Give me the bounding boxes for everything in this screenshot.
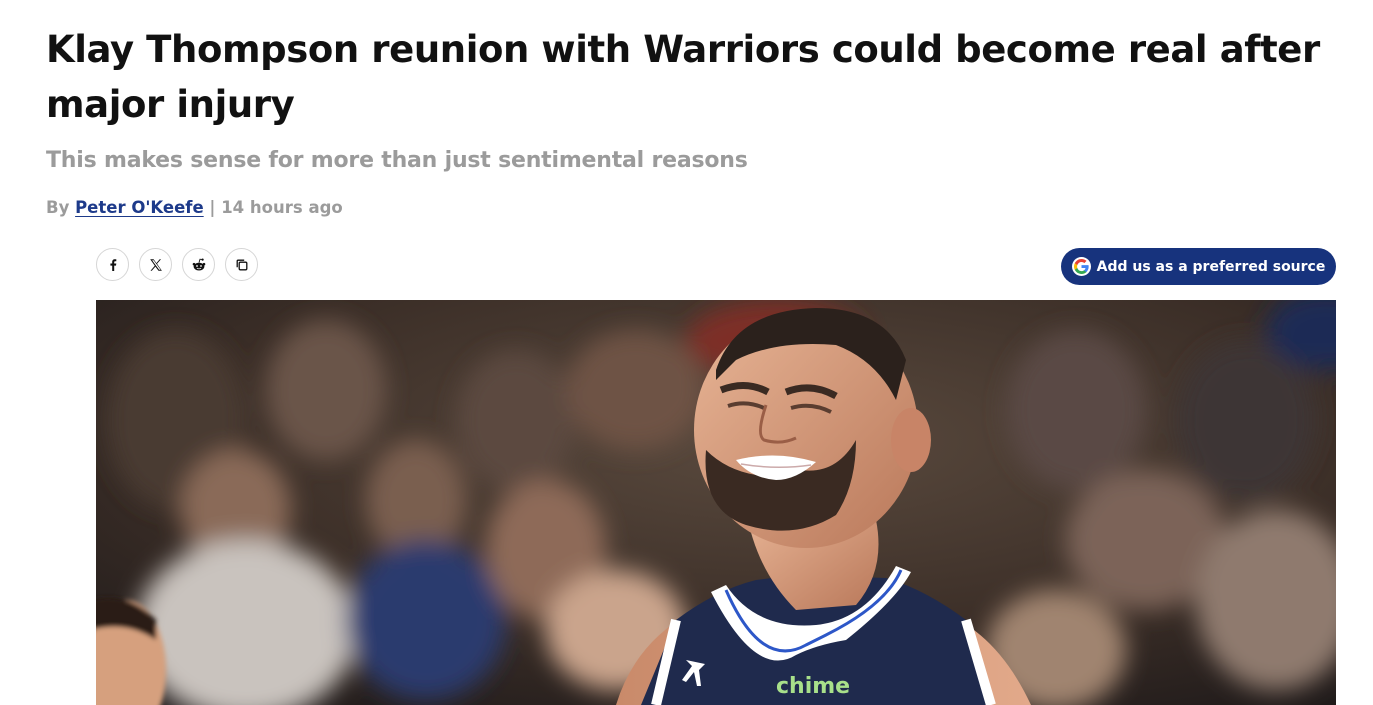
hero-image: chime	[96, 300, 1336, 705]
share-buttons	[96, 248, 258, 281]
article-headline: Klay Thompson reunion with Warriors coul…	[46, 28, 1320, 126]
copy-link-button[interactable]	[225, 248, 258, 281]
reddit-icon	[191, 257, 207, 273]
add-preferred-source-button[interactable]: Add us as a preferred source	[1061, 248, 1336, 285]
byline-separator: |	[209, 198, 216, 217]
byline: By Peter O'Keefe | 14 hours ago	[46, 196, 343, 220]
facebook-icon	[106, 258, 120, 272]
share-facebook-button[interactable]	[96, 248, 129, 281]
share-reddit-button[interactable]	[182, 248, 215, 281]
google-icon	[1071, 257, 1091, 276]
article-page: Klay Thompson reunion with Warriors coul…	[0, 0, 1373, 705]
share-x-button[interactable]	[139, 248, 172, 281]
article-subheadline: This makes sense for more than just sent…	[46, 148, 748, 173]
preferred-source-label: Add us as a preferred source	[1096, 258, 1326, 275]
byline-prefix: By	[46, 198, 70, 217]
publish-timestamp: 14 hours ago	[221, 198, 343, 217]
author-link[interactable]: Peter O'Keefe	[75, 198, 204, 217]
hero-photo-illustration: chime	[96, 300, 1336, 705]
x-icon	[149, 258, 163, 272]
jersey-sponsor-text: chime	[776, 674, 850, 699]
copy-link-icon	[235, 258, 249, 272]
